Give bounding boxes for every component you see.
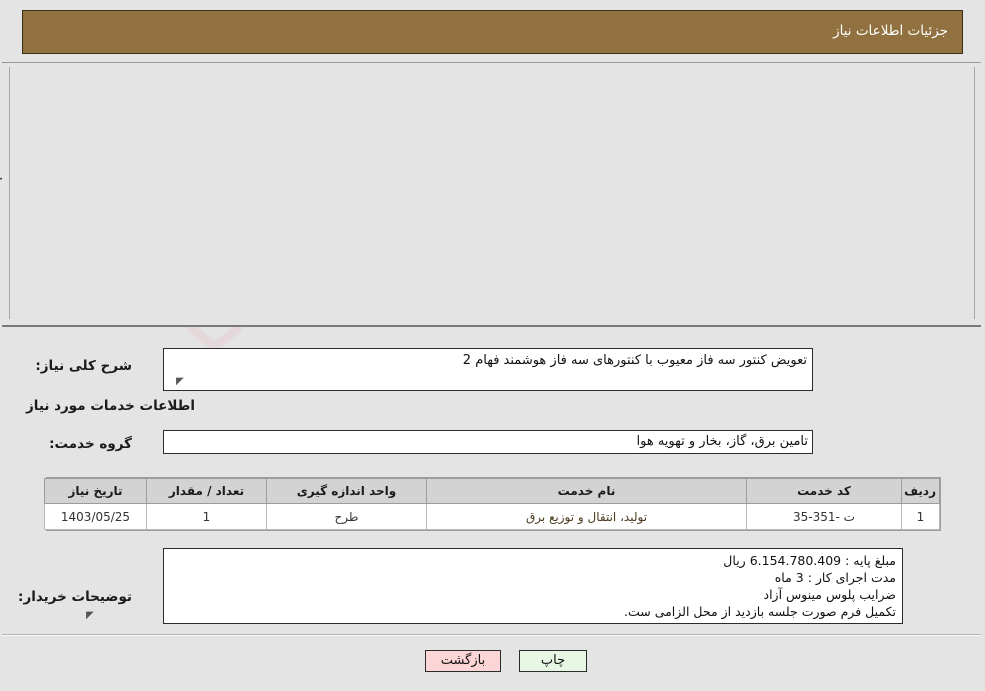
buyer-notes-resize-grip[interactable]: ◥ bbox=[86, 610, 94, 621]
cell-quantity: 1 bbox=[146, 503, 267, 530]
description-textarea[interactable]: تعویض کنتور سه فاز معیوب با کنتورهای سه … bbox=[163, 348, 813, 391]
cell-unit: طرح bbox=[266, 503, 427, 530]
col-index: ردیف bbox=[901, 478, 940, 504]
col-quantity: تعداد / مقدار bbox=[146, 478, 267, 504]
need-summary-inner bbox=[9, 67, 975, 319]
services-heading: اطلاعات خدمات مورد نیاز bbox=[25, 398, 195, 414]
footer-divider bbox=[2, 634, 981, 636]
description-label: شرح کلی نیاز: bbox=[35, 358, 132, 374]
description-resize-grip[interactable]: ◥ bbox=[176, 376, 184, 387]
buyer-note-line: تکمیل فرم صورت جلسه بازدید از محل الزامی… bbox=[624, 604, 896, 619]
table-row: 1 ت -351-35 تولید، انتقال و توزیع برق طر… bbox=[44, 503, 940, 530]
buyer-note-line: ضرایب پلوس مینوس آزاد bbox=[763, 587, 897, 602]
cell-need-date: 1403/05/25 bbox=[44, 503, 147, 530]
print-button[interactable]: چاپ bbox=[519, 650, 587, 672]
need-summary-panel bbox=[2, 62, 981, 327]
cell-name: تولید، انتقال و توزیع برق bbox=[426, 503, 747, 530]
col-code: کد خدمت bbox=[746, 478, 902, 504]
page-root: AnaTender.net جزئیات اطلاعات نیاز شماره … bbox=[0, 0, 985, 691]
buyer-note-line: مدت اجرای کار : 3 ماه bbox=[774, 570, 896, 585]
service-group-label: گروه خدمت: bbox=[49, 436, 132, 452]
buyer-note-line: مبلغ پایه : 6.154.780.409 ریال bbox=[723, 553, 896, 568]
table-header-row: ردیف کد خدمت نام خدمت واحد اندازه گیری ت… bbox=[44, 478, 940, 504]
services-table-wrap: ردیف کد خدمت نام خدمت واحد اندازه گیری ت… bbox=[44, 477, 941, 531]
services-table: ردیف کد خدمت نام خدمت واحد اندازه گیری ت… bbox=[44, 478, 940, 530]
page-title: جزئیات اطلاعات نیاز bbox=[833, 23, 948, 39]
col-need-date: تاریخ نیاز bbox=[44, 478, 147, 504]
buyer-notes-label: توضیحات خریدار: bbox=[18, 589, 132, 605]
buyer-notes-box[interactable]: مبلغ پایه : 6.154.780.409 ریال مدت اجرای… bbox=[163, 548, 903, 624]
cell-index: 1 bbox=[901, 503, 940, 530]
service-group-value: تامین برق، گاز، بخار و تهویه هوا bbox=[163, 430, 813, 454]
back-button[interactable]: بازگشت bbox=[425, 650, 501, 672]
col-unit: واحد اندازه گیری bbox=[266, 478, 427, 504]
col-name: نام خدمت bbox=[426, 478, 747, 504]
page-title-bar: جزئیات اطلاعات نیاز bbox=[22, 10, 963, 54]
cell-code: ت -351-35 bbox=[746, 503, 902, 530]
